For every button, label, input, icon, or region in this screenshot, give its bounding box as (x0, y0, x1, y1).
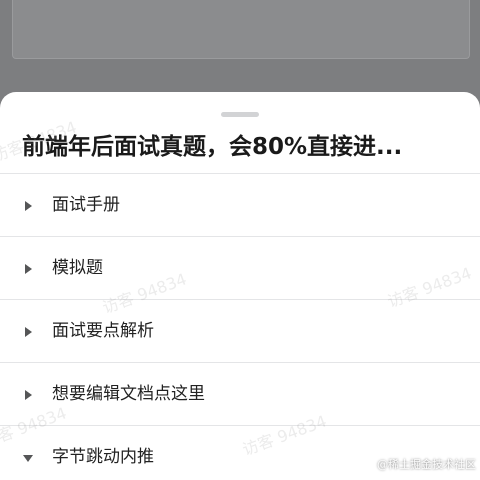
sheet-title: 前端年后面试真题，会80%直接进... (22, 134, 403, 160)
menu-item-mock-questions[interactable]: 模拟题 (0, 237, 480, 300)
caret-right-icon (25, 327, 32, 337)
menu-item-label: 字节跳动内推 (52, 447, 154, 467)
menu-item-label: 模拟题 (52, 258, 103, 278)
caret-right-icon (25, 390, 32, 400)
menu-item-key-points-analysis[interactable]: 面试要点解析 (0, 300, 480, 363)
background-card (12, 0, 470, 59)
menu-item-label: 面试手册 (52, 195, 120, 215)
caret-down-icon (23, 455, 33, 462)
menu-item-label: 面试要点解析 (52, 321, 154, 341)
bottom-sheet: 前端年后面试真题，会80%直接进... 面试手册 模拟题 面试要点解析 想要编辑… (0, 92, 480, 480)
menu-item-interview-handbook[interactable]: 面试手册 (0, 174, 480, 237)
menu-item-label: 想要编辑文档点这里 (52, 384, 205, 404)
caret-right-icon (25, 264, 32, 274)
menu-item-edit-document[interactable]: 想要编辑文档点这里 (0, 363, 480, 426)
outline-menu: 面试手册 模拟题 面试要点解析 想要编辑文档点这里 字节跳动内推 (0, 173, 480, 480)
sheet-drag-handle[interactable] (221, 112, 259, 117)
source-watermark: @稀土掘金技术社区 (377, 458, 476, 471)
caret-right-icon (25, 201, 32, 211)
